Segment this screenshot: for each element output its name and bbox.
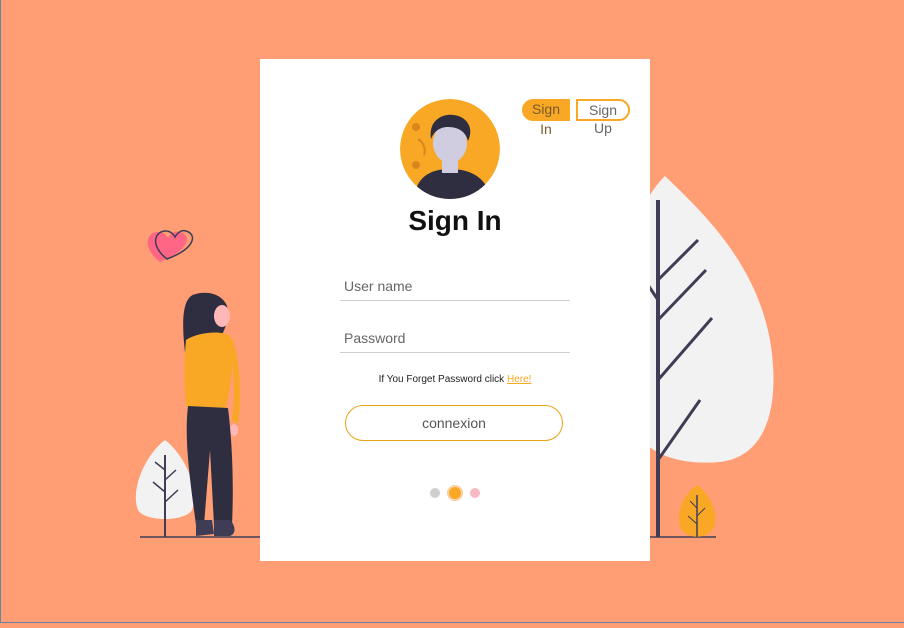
forgot-password-text: If You Forget Password click Here! (260, 374, 650, 385)
signin-toggle-button[interactable]: Sign In (522, 99, 570, 137)
pager-dots (260, 484, 650, 500)
small-tree-right-icon (678, 485, 716, 537)
forgot-password-label: If You Forget Password click (378, 374, 507, 385)
heart-icon (147, 229, 194, 262)
password-input[interactable] (340, 323, 570, 353)
pager-dot-3[interactable] (470, 487, 481, 498)
login-card: Sign In Sign Up Sign In User name If You… (260, 59, 650, 561)
signup-toggle-button[interactable]: Sign Up (576, 99, 630, 136)
connexion-button[interactable]: connexion (345, 405, 563, 441)
forgot-password-link[interactable]: Here! (507, 374, 531, 385)
avatar-illustration (400, 99, 500, 199)
pager-dot-2-active[interactable] (448, 485, 462, 500)
page-title: Sign In (408, 205, 502, 236)
username-input[interactable] (340, 271, 570, 301)
pager-dot-1[interactable] (429, 487, 440, 498)
small-tree-left-icon (135, 440, 195, 537)
